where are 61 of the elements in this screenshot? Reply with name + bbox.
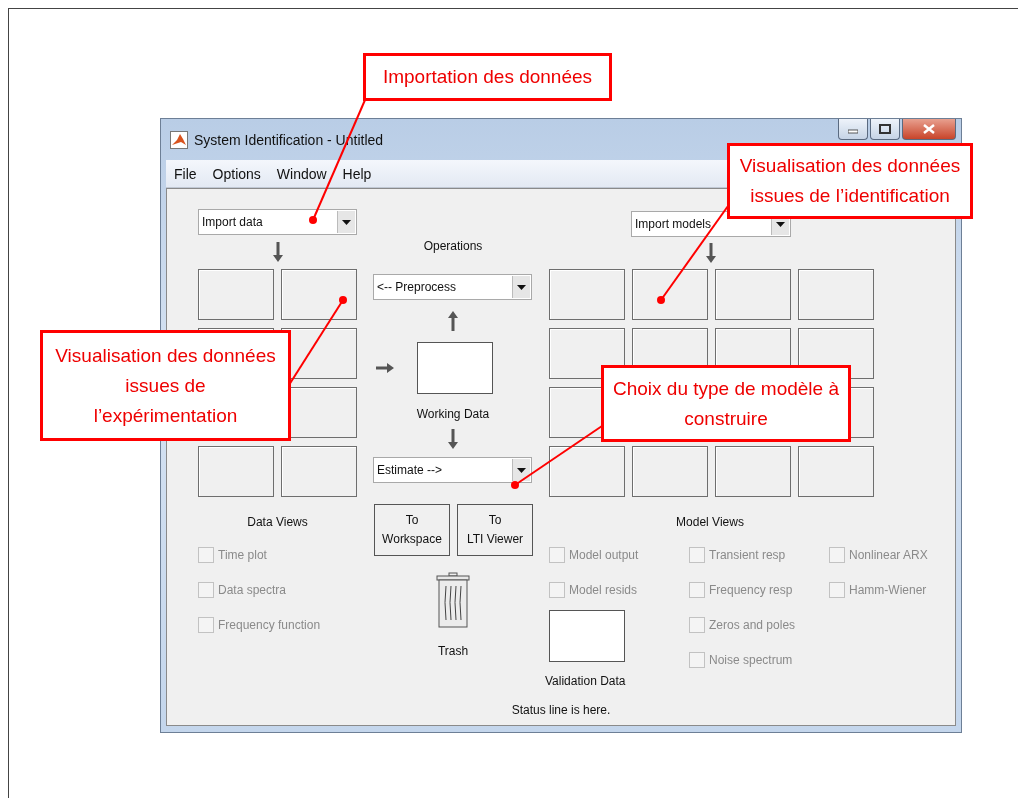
slot-label: Validation Data [545,674,626,688]
checkbox-label: Nonlinear ARX [849,547,928,562]
import-data-dropdown[interactable]: Import data [198,209,357,235]
menu-item[interactable]: File [166,165,205,182]
section-label: Model Views [676,515,744,529]
checkbox-label: Frequency resp [709,582,793,597]
model-slot[interactable] [549,446,625,497]
maximize-icon [879,124,891,134]
checkbox-label: Model resids [569,582,638,597]
menu-item[interactable]: Help [334,165,380,182]
caret-icon [512,276,530,298]
annotation-tooltip: Visualisation des données issues de l’expérimentation [40,330,291,441]
caret-icon [512,459,530,481]
annotation-tooltip: Importation des données [363,53,612,101]
checkbox-label: Noise spectrum [709,652,793,667]
app-logo-icon [170,130,188,149]
checkbox-label: Transient resp [709,547,786,562]
minimize-button[interactable] [838,119,868,140]
section-label: Data Views [247,515,308,529]
down-arrow-icon [705,242,717,264]
data-slot[interactable] [281,269,357,320]
estimate-dropdown[interactable]: Estimate --> [373,457,532,483]
slot-label: Working Data [416,407,490,421]
model-slot[interactable] [715,446,791,497]
data-slot[interactable] [198,269,274,320]
trash-label: Trash [437,644,469,658]
right-arrow-icon [375,362,395,374]
data-slot[interactable] [198,446,274,497]
checkbox-label: Data spectra [218,582,287,597]
push-button[interactable]: To LTI Viewer [457,504,533,556]
close-icon [923,124,935,134]
checkbox-label: Frequency function [218,617,321,632]
status-line: Status line is here. [511,703,611,717]
model-slot[interactable] [715,269,791,320]
caret-icon [337,211,355,233]
checkbox-label: Hamm-Wiener [849,582,927,597]
menu-item[interactable]: Window [268,165,335,182]
data-slot[interactable] [281,446,357,497]
model-slot[interactable] [798,446,874,497]
maximize-button[interactable] [870,119,900,140]
preprocess-dropdown[interactable]: <-- Preprocess [373,274,532,300]
push-button[interactable]: To Workspace [374,504,450,556]
checkbox-label: Zeros and poles [709,617,796,632]
up-arrow-icon [447,310,459,332]
working-data-slot[interactable] [417,342,493,394]
annotation-tooltip: Visualisation des données issues de l’identification [727,143,973,219]
close-button[interactable] [902,119,956,140]
section-label: Operations [423,239,483,253]
model-slot[interactable] [632,446,708,497]
checkbox-label: Model output [569,547,639,562]
down-arrow-icon [271,241,284,263]
model-slot[interactable] [549,269,625,320]
validation-data-slot[interactable] [549,610,625,662]
annotation-tooltip: Choix du type de modèle à construire [601,365,851,442]
checkbox-label: Time plot [218,547,267,562]
model-slot[interactable] [549,328,625,379]
trash-icon[interactable] [436,572,470,628]
model-slot[interactable] [632,269,708,320]
down-arrow-icon [447,428,459,450]
menu-item[interactable]: Options [204,165,269,182]
model-slot[interactable] [798,269,874,320]
